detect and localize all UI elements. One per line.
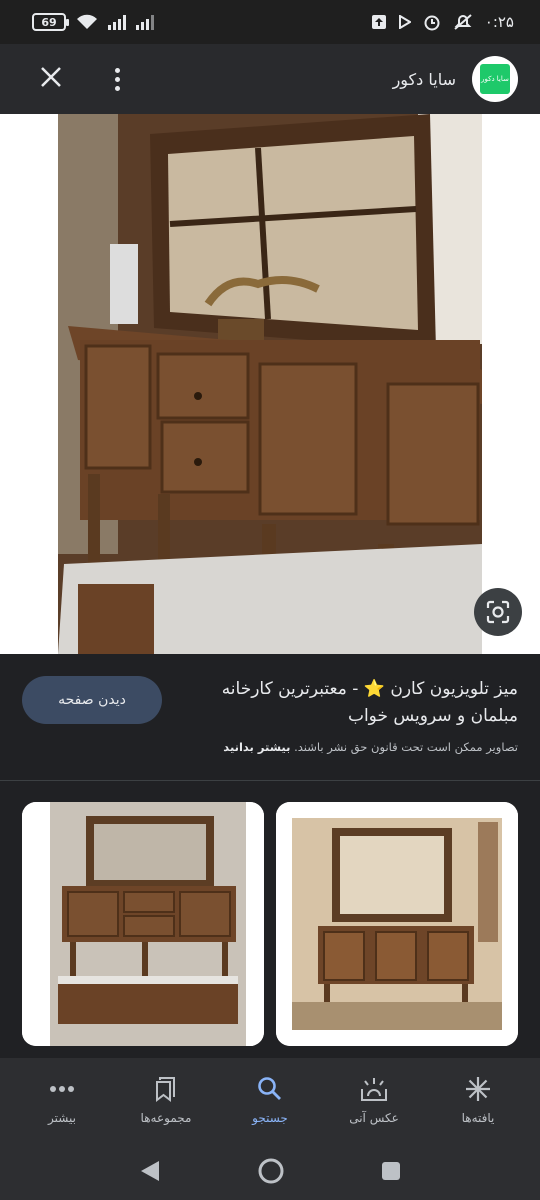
site-name: سایا دکور <box>392 69 456 89</box>
related-image-card[interactable] <box>22 802 264 1046</box>
nav-discover[interactable]: یافته‌ها <box>430 1075 526 1125</box>
more-options-button[interactable] <box>112 67 122 91</box>
related-image-1 <box>22 802 264 1046</box>
related-image-2 <box>276 802 518 1046</box>
clock: ۰:۲۵ <box>484 13 514 31</box>
status-right: ۰:۲۵ <box>371 13 514 31</box>
close-icon <box>41 67 61 87</box>
nav-discover-label: یافته‌ها <box>461 1111 495 1125</box>
related-images <box>22 802 518 1046</box>
nav-more[interactable]: بیشتر <box>14 1075 110 1125</box>
viewer-header: سایا دکور سایا دکور <box>0 44 540 114</box>
site-logo: سایا دکور <box>472 56 518 102</box>
copyright-text: تصاویر ممکن است تحت قانون حق نشر باشند. <box>294 740 518 754</box>
back-icon[interactable] <box>139 1159 161 1183</box>
site-logo-text: سایا دکور <box>480 64 510 94</box>
nav-snapshot[interactable]: عکس آنی <box>326 1075 422 1125</box>
learn-more-link[interactable]: بیشتر بدانید <box>223 740 290 754</box>
search-icon <box>257 1075 283 1103</box>
image-preview-area <box>0 114 540 654</box>
alarm-icon <box>424 15 440 31</box>
sideboard-illustration <box>58 114 482 654</box>
system-navigation <box>0 1142 540 1200</box>
collections-icon <box>154 1075 178 1103</box>
nav-search[interactable]: جستجو <box>222 1075 318 1125</box>
signal-icon <box>108 14 126 30</box>
related-image-card[interactable] <box>276 802 518 1046</box>
close-button[interactable] <box>36 64 66 94</box>
divider <box>0 780 540 781</box>
visit-page-button[interactable]: دیدن صفحه <box>22 676 162 724</box>
google-lens-icon <box>486 600 510 624</box>
header-actions <box>36 64 122 94</box>
wifi-icon <box>77 14 97 29</box>
main-product-image[interactable] <box>58 114 482 654</box>
nav-collections-label: مجموعه‌ها <box>140 1111 192 1125</box>
more-vert-icon <box>114 67 120 73</box>
nav-search-label: جستجو <box>252 1111 288 1125</box>
result-info: دیدن صفحه میز تلویزیون کارن ⭐ - معتبرتری… <box>0 654 540 780</box>
nav-snapshot-label: عکس آنی <box>349 1111 399 1125</box>
lens-search-button[interactable] <box>474 588 522 636</box>
status-indicators: 69 <box>32 13 154 31</box>
nav-collections[interactable]: مجموعه‌ها <box>118 1075 214 1125</box>
bottom-navigation: بیشتر مجموعه‌ها جستجو عکس آنی یافته‌ها <box>0 1058 540 1142</box>
mute-icon <box>454 14 472 30</box>
home-icon[interactable] <box>257 1157 285 1185</box>
status-bar: 69 ۰:۲۵ <box>0 0 540 44</box>
site-info[interactable]: سایا دکور سایا دکور <box>393 56 518 102</box>
result-title[interactable]: میز تلویزیون کارن ⭐ - معتبرترین کارخانه … <box>198 676 518 730</box>
play-icon <box>398 15 411 29</box>
copyright-notice: تصاویر ممکن است تحت قانون حق نشر باشند. … <box>223 740 518 754</box>
nav-more-label: بیشتر <box>48 1111 76 1125</box>
snapshot-icon <box>359 1075 389 1103</box>
upload-icon <box>371 15 386 29</box>
battery-icon: 69 <box>32 13 69 31</box>
recents-icon[interactable] <box>381 1161 401 1181</box>
discover-icon <box>464 1075 492 1103</box>
signal-icon-2 <box>136 14 154 30</box>
more-dots-icon <box>49 1075 75 1103</box>
battery-level: 69 <box>41 15 57 29</box>
